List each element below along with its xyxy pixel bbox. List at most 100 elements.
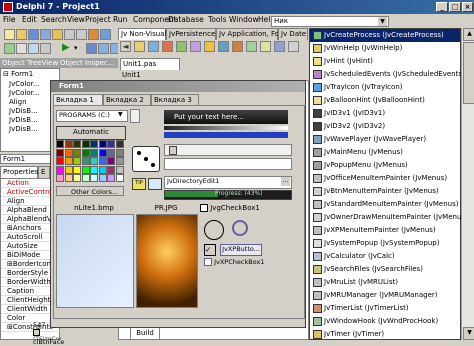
- color-swatch[interactable]: [73, 140, 81, 148]
- checkmark-icon[interactable]: ✓: [204, 244, 216, 256]
- scroll-thumb[interactable]: [463, 42, 474, 104]
- menu-database[interactable]: Database: [168, 15, 204, 24]
- run-dropdown-icon[interactable]: ▾: [74, 43, 85, 54]
- component-list-item[interactable]: JvTrayIcon (JvTrayIcon): [310, 81, 460, 94]
- component-list-item[interactable]: JvID3v2 (JvID3v2): [310, 120, 460, 133]
- color-swatch[interactable]: [98, 174, 107, 182]
- component-list-item[interactable]: JvOwnerDrawMenuItemPainter (JvMenus): [310, 211, 468, 224]
- color-swatch[interactable]: [64, 165, 73, 174]
- trackbar[interactable]: [164, 144, 292, 156]
- color-swatch[interactable]: [98, 165, 107, 174]
- component-list-item[interactable]: JvSearchFiles (JvSearchFiles): [310, 263, 460, 276]
- trace-into-icon[interactable]: [98, 43, 109, 54]
- menu-run[interactable]: Run: [113, 15, 127, 24]
- color-swatch[interactable]: [115, 148, 124, 157]
- sun-icon[interactable]: [204, 220, 224, 240]
- open-project-icon[interactable]: [52, 29, 63, 40]
- component-list-item[interactable]: JvTimerList (JvTimerList): [310, 302, 460, 315]
- close-button[interactable]: ×: [462, 2, 473, 12]
- constraints-value[interactable]: (TSizeConstrain: [33, 336, 61, 340]
- color-swatch[interactable]: [107, 157, 115, 165]
- color-swatch[interactable]: [90, 148, 98, 157]
- component-list-item[interactable]: JvTimer (JvTimer): [310, 328, 460, 341]
- palette-component-icon[interactable]: [260, 41, 271, 52]
- drive-combo[interactable]: PROGRAMS (C:) ▼: [56, 110, 128, 122]
- color-swatch[interactable]: [81, 140, 90, 148]
- save-icon[interactable]: [28, 29, 39, 40]
- list-icon[interactable]: [28, 43, 39, 54]
- component-list-item[interactable]: JvScheduledEvents (JvScheduledEvents): [310, 68, 465, 81]
- palette-tab[interactable]: Jv Non-Visual: [118, 28, 166, 40]
- minimize-button[interactable]: _: [436, 2, 448, 12]
- color-swatch[interactable]: [115, 157, 124, 165]
- directory-edit[interactable]: JvDirectoryEdit1 …: [164, 176, 292, 189]
- palette-component-icon[interactable]: [288, 41, 299, 52]
- palette-component-icon[interactable]: [176, 41, 187, 52]
- color-swatch[interactable]: [107, 174, 115, 182]
- color-swatch[interactable]: [81, 148, 90, 157]
- toggle-form-unit-icon[interactable]: [4, 43, 15, 54]
- color-swatch[interactable]: [56, 157, 64, 165]
- scroll-down-icon[interactable]: ▼: [463, 327, 474, 340]
- new-form-icon[interactable]: [16, 43, 27, 54]
- component-list-item[interactable]: JvWinHelp (JvWinHelp): [310, 42, 460, 55]
- color-swatch[interactable]: [56, 148, 64, 157]
- tab-properties[interactable]: Properties: [0, 166, 38, 178]
- palette-component-icon[interactable]: [162, 41, 173, 52]
- color-swatch[interactable]: [81, 174, 90, 182]
- menu-view[interactable]: View: [67, 15, 85, 24]
- jvxp-checkbox[interactable]: JvXPCheckBox1: [204, 258, 290, 268]
- color-swatch[interactable]: [98, 157, 107, 165]
- dropdown-scrollbar[interactable]: ▲ ▼: [461, 28, 474, 340]
- tree-item[interactable]: JvColor...: [9, 89, 40, 97]
- color-automatic-button[interactable]: Automatic: [56, 126, 126, 140]
- chevron-down-icon[interactable]: ▼: [378, 17, 387, 26]
- menu-project[interactable]: Project: [85, 15, 111, 24]
- tab-unit1-pas[interactable]: Unit1.pas: [120, 58, 180, 70]
- options-icon[interactable]: [40, 43, 51, 54]
- tip-icon[interactable]: TIP: [132, 178, 146, 190]
- color-swatch[interactable]: [64, 148, 73, 157]
- color-swatch[interactable]: [81, 157, 90, 165]
- palette-component-icon[interactable]: [232, 41, 243, 52]
- color-swatch[interactable]: [90, 157, 98, 165]
- color-swatch[interactable]: [81, 165, 90, 174]
- palette-component-icon[interactable]: [148, 41, 159, 52]
- component-list-item[interactable]: JvWindowHook (JvWndProcHook): [310, 315, 460, 328]
- save-all-icon[interactable]: [40, 29, 51, 40]
- delphi-app-icon[interactable]: [3, 2, 13, 12]
- tree-item[interactable]: JvColor...: [9, 80, 40, 88]
- edit-field[interactable]: [164, 158, 292, 170]
- palette-tab[interactable]: JvPersistence: [166, 28, 216, 40]
- circle-icon[interactable]: [232, 220, 248, 236]
- color-swatch[interactable]: [107, 140, 115, 148]
- color-swatch[interactable]: [64, 140, 73, 148]
- color-swatch[interactable]: [73, 157, 81, 165]
- palette-component-icon[interactable]: [274, 41, 285, 52]
- component-list-item[interactable]: JvID3v1 (JvID3v1): [310, 107, 460, 120]
- tree-item[interactable]: JvDisB...: [9, 125, 38, 133]
- menu-edit[interactable]: Edit: [22, 15, 37, 24]
- maximize-button[interactable]: □: [449, 2, 461, 12]
- remove-file-icon[interactable]: [76, 29, 87, 40]
- palette-component-icon[interactable]: [204, 41, 215, 52]
- component-list-item[interactable]: JvStandardMenuItemPainter (JvMenus): [310, 198, 460, 211]
- tree-root[interactable]: ⊟ Form1: [3, 70, 33, 78]
- tree-item[interactable]: JvDisB...: [9, 107, 38, 115]
- component-list-item[interactable]: JvWavePlayer (JvWavePlayer): [310, 133, 460, 146]
- color-swatch[interactable]: [115, 165, 124, 174]
- menu-search[interactable]: Search: [41, 15, 67, 24]
- component-list-item[interactable]: JvSystemPopup (JvSystemPopup): [310, 237, 460, 250]
- color-swatch[interactable]: [64, 157, 73, 165]
- palette-component-icon[interactable]: [218, 41, 229, 52]
- color-swatch[interactable]: [115, 140, 124, 148]
- color-swatch[interactable]: [64, 174, 73, 182]
- color-swatch[interactable]: [56, 174, 64, 182]
- component-list-item[interactable]: JvCalculator (JvCalc): [310, 250, 460, 263]
- palette-component-icon[interactable]: [246, 41, 257, 52]
- component-list-item[interactable]: JvOfficeMenuItemPainter (JvMenus): [310, 172, 460, 185]
- component-list-item[interactable]: JvPopupMenu (JvMenus): [310, 159, 460, 172]
- color-swatch[interactable]: [107, 148, 115, 157]
- pause-icon[interactable]: [86, 43, 97, 54]
- color-swatch[interactable]: [98, 148, 107, 157]
